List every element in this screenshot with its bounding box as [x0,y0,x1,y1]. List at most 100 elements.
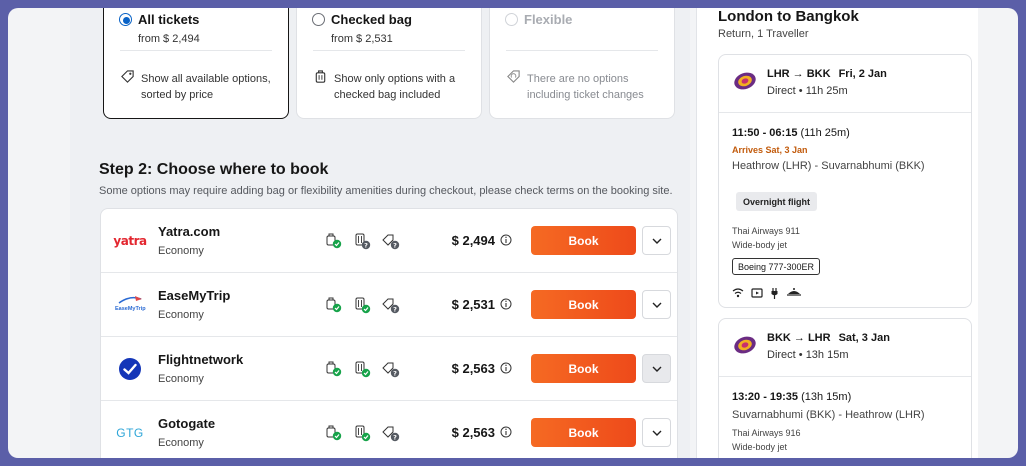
step-subtitle: Some options may require adding bag or f… [99,185,673,197]
segment-time-range: 13:20 - 19:35 [732,391,799,403]
leg-route: LHR → BKK Fri, 2 Jan [767,68,887,80]
trip-title: London to Bangkok [718,8,859,25]
thai-airways-logo-icon [734,336,756,354]
provider-name: Yatra.com [158,224,221,239]
amenities-icons: ? ? [326,233,400,250]
flightnetwork-check-icon [119,358,141,380]
book-button[interactable]: Book [531,418,636,447]
info-icon[interactable] [500,234,512,246]
option-title: Checked bag [331,12,412,27]
leg-header: LHR → BKK Fri, 2 Jan Direct • 11h 25m [719,55,971,113]
entertainment-icon [751,288,763,298]
radio-checked-bag[interactable] [312,13,325,26]
provider-row-yatra: yatra Yatra.com Economy ? ? $ 2,494 Book [101,209,677,273]
trip-summary-panel: London to Bangkok Return, 1 Traveller LH… [696,8,978,458]
provider-price: $ 2,563 [451,425,495,440]
option-price: from $ 2,494 [138,33,200,45]
meal-icon [787,288,801,296]
radio-flexible [505,13,518,26]
segment-duration: (11h 25m) [800,127,850,139]
provider-cabin: Economy [158,309,204,321]
provider-name: Flightnetwork [158,352,244,367]
route-text: LHR → BKK [767,68,831,80]
luggage-icon [315,70,326,83]
provider-row-gotogate: GTG Gotogate Economy ? $ 2,563 Book [101,401,677,458]
flight-number: Thai Airways 911 [732,226,800,236]
ticket-option-all[interactable]: All tickets from $ 2,494 Show all availa… [103,8,289,119]
svg-text:?: ? [393,242,397,250]
provider-row-easemytrip: EaseMyTrip EaseMyTrip Economy ? $ 2,531 [101,273,677,337]
ticket-option-flexible: Flexible There are no options including … [489,8,675,119]
onboard-amenities [732,288,801,299]
option-divider [313,50,465,51]
info-icon[interactable] [500,362,512,374]
provider-name: Gotogate [158,416,216,431]
aircraft-model: Boeing 777-300ER [732,258,821,275]
segment-airports: Heathrow (LHR) - Suvarnabhumi (BKK) [732,160,925,172]
provider-price: $ 2,531 [451,297,495,312]
expand-button[interactable] [642,290,671,319]
thai-airways-logo-icon [734,72,756,90]
gotogate-logo: GTG [115,419,145,447]
flight-number: Thai Airways 916 [732,428,801,438]
chevron-down-icon [652,302,661,308]
power-icon [771,288,778,299]
expand-button[interactable] [642,226,671,255]
expand-button[interactable] [642,418,671,447]
option-divider [120,50,272,51]
aircraft-body: Wide-body jet [732,240,788,250]
option-description: There are no options including ticket ch… [527,73,644,101]
radio-all-tickets[interactable] [119,13,132,26]
gotogate-logo-text: GTG [116,426,144,440]
arrival-note: Arrives Sat, 3 Jan [732,145,808,155]
provider-cabin: Economy [158,245,204,257]
amenities-icons: ? [326,425,400,442]
segment-times: 11:50 - 06:15 (11h 25m) [732,127,850,139]
svg-text:?: ? [393,370,397,378]
svg-text:?: ? [393,306,397,314]
flightnetwork-logo [115,355,145,383]
provider-cabin: Economy [158,373,204,385]
svg-text:?: ? [364,242,368,250]
option-title: All tickets [138,12,200,27]
option-title: Flexible [524,12,573,27]
provider-cabin: Economy [158,437,204,449]
provider-price: $ 2,563 [451,361,495,376]
leg-header: BKK → LHR Sat, 3 Jan Direct • 13h 15m [719,319,971,377]
segment-times: 13:20 - 19:35 (13h 15m) [732,391,851,403]
app-frame: All tickets from $ 2,494 Show all availa… [8,8,1018,458]
info-icon[interactable] [500,298,512,310]
flex-tag-icon [507,70,520,83]
book-button[interactable]: Book [531,354,636,383]
yatra-logo: yatra [113,227,147,255]
expand-button[interactable] [642,354,671,383]
option-divider [506,50,658,51]
amenities-icons: ? [326,361,400,378]
book-button[interactable]: Book [531,226,636,255]
wifi-icon [732,288,744,298]
chevron-down-icon [652,366,661,372]
leg-date: Fri, 2 Jan [838,68,887,80]
easemytrip-logo: EaseMyTrip [115,291,146,319]
provider-row-flightnetwork: Flightnetwork Economy ? $ 2,563 Book [101,337,677,401]
easemytrip-plane-icon [118,296,142,304]
tag-icon [121,70,134,83]
option-description: Show only options with a checked bag inc… [334,73,456,101]
leg-direct-duration: Direct • 11h 25m [767,85,848,97]
book-button[interactable]: Book [531,290,636,319]
leg-direct-duration: Direct • 13h 15m [767,349,849,361]
info-icon[interactable] [500,426,512,438]
overnight-badge: Overnight flight [736,192,817,211]
return-leg-card: BKK → LHR Sat, 3 Jan Direct • 13h 15m 13:… [718,318,972,458]
option-price: from $ 2,531 [331,33,393,45]
segment-time-range: 11:50 - 06:15 [732,127,798,139]
amenities-icons: ? [326,297,400,314]
aircraft-body: Wide-body jet [732,442,788,452]
outbound-leg-card: LHR → BKK Fri, 2 Jan Direct • 11h 25m 11:… [718,54,972,308]
provider-price: $ 2,494 [451,233,495,248]
trip-subtitle: Return, 1 Traveller [718,28,809,40]
ticket-option-checked-bag[interactable]: Checked bag from $ 2,531 Show only optio… [296,8,482,119]
option-description: Show all available options, sorted by pr… [141,73,271,101]
segment-airports: Suvarnabhumi (BKK) - Heathrow (LHR) [732,409,925,421]
leg-route: BKK → LHR Sat, 3 Jan [767,332,890,344]
